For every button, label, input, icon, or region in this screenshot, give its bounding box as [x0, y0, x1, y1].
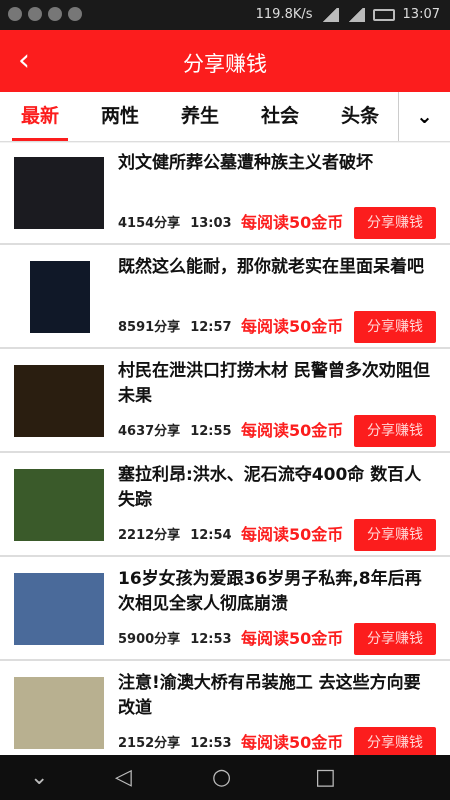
share-earn-button[interactable]: 分享赚钱 [354, 207, 436, 239]
list-item[interactable]: 16岁女孩为爱跟36岁男子私奔,8年后再次相见全家人彻底崩溃 5900分享 12:… [0, 559, 450, 661]
title-bar: ‹ 分享赚钱 [0, 30, 450, 92]
share-earn-button[interactable]: 分享赚钱 [354, 311, 436, 343]
article-meta: 2212分享 12:54 [118, 524, 232, 543]
clock: 13:07 [402, 7, 440, 22]
article-meta: 4637分享 12:55 [118, 420, 232, 439]
article-time: 12:57 [190, 320, 232, 335]
article-time: 12:53 [190, 632, 232, 647]
network-speed: 119.8K/s [255, 7, 313, 22]
article-title: 村民在泄洪口打捞木材 民警曾多次劝阻但未果 [118, 361, 430, 406]
share-count: 8591分享 [118, 320, 181, 335]
notification-icon [8, 7, 22, 21]
share-earn-button[interactable]: 分享赚钱 [354, 519, 436, 551]
system-nav-bar: ⌄ ◁ ○ □ [0, 755, 450, 800]
article-title: 刘文健所葬公墓遭种族主义者破坏 [118, 153, 373, 173]
list-item[interactable]: 刘文健所葬公墓遭种族主义者破坏 4154分享 13:03 每阅读50金币 分享赚钱 [0, 143, 450, 245]
article-time: 12:54 [190, 528, 232, 543]
article-meta: 4154分享 13:03 [118, 212, 232, 231]
list-item[interactable]: 村民在泄洪口打捞木材 民警曾多次劝阻但未果 4637分享 12:55 每阅读50金… [0, 351, 450, 453]
tab-headlines[interactable]: 头条 [320, 92, 400, 140]
share-count: 2212分享 [118, 528, 181, 543]
status-right: 119.8K/s 13:07 [256, 7, 440, 22]
article-time: 13:03 [190, 216, 232, 231]
recents-icon[interactable]: □ [315, 765, 336, 790]
share-earn-button[interactable]: 分享赚钱 [354, 623, 436, 655]
article-meta: 8591分享 12:57 [118, 316, 232, 335]
chevron-down-icon[interactable]: ⌄ [398, 92, 450, 141]
share-count: 2152分享 [118, 736, 181, 751]
tab-relationships[interactable]: 两性 [80, 92, 160, 140]
share-count: 4637分享 [118, 424, 181, 439]
article-thumbnail [14, 573, 104, 645]
message-icon [68, 7, 82, 21]
wifi-icon [320, 7, 339, 22]
notification-icon [28, 7, 42, 21]
tab-society[interactable]: 社会 [240, 92, 320, 140]
reward-label: 每阅读50金币 [241, 317, 344, 336]
share-count: 5900分享 [118, 632, 181, 647]
chevron-down-icon[interactable]: ⌄ [30, 765, 48, 790]
back-triangle-icon[interactable]: ◁ [115, 765, 132, 790]
reward-label: 每阅读50金币 [241, 421, 344, 440]
signal-icon [346, 7, 365, 22]
article-thumbnail [14, 157, 104, 229]
tab-latest[interactable]: 最新 [0, 92, 80, 141]
article-title: 既然这么能耐，那你就老实在里面呆着吧 [118, 257, 424, 277]
article-meta: 2152分享 12:53 [118, 732, 232, 751]
reward-label: 每阅读50金币 [241, 629, 344, 648]
reward-label: 每阅读50金币 [241, 525, 344, 544]
list-item[interactable]: 注意!渝澳大桥有吊装施工 去这些方向要改道 2152分享 12:53 每阅读50金… [0, 663, 450, 755]
article-title: 16岁女孩为爱跟36岁男子私奔,8年后再次相见全家人彻底崩溃 [118, 569, 422, 614]
reward-label: 每阅读50金币 [241, 733, 344, 752]
page-title: 分享赚钱 [183, 52, 267, 76]
article-thumbnail [30, 261, 90, 333]
download-icon [48, 7, 62, 21]
category-tabs: 最新 两性 养生 社会 头条 ⌄ [0, 92, 450, 142]
article-thumbnail [14, 469, 104, 541]
article-time: 12:55 [190, 424, 232, 439]
article-meta: 5900分享 12:53 [118, 628, 232, 647]
list-item[interactable]: 塞拉利昂:洪水、泥石流夺400命 数百人失踪 2212分享 12:54 每阅读50… [0, 455, 450, 557]
article-title: 塞拉利昂:洪水、泥石流夺400命 数百人失踪 [118, 465, 422, 510]
notification-icons [8, 7, 82, 21]
article-thumbnail [14, 365, 104, 437]
article-time: 12:53 [190, 736, 232, 751]
article-thumbnail [14, 677, 104, 749]
share-earn-button[interactable]: 分享赚钱 [354, 727, 436, 755]
tab-health[interactable]: 养生 [160, 92, 240, 140]
list-item[interactable]: 既然这么能耐，那你就老实在里面呆着吧 8591分享 12:57 每阅读50金币 分… [0, 247, 450, 349]
share-earn-button[interactable]: 分享赚钱 [354, 415, 436, 447]
home-icon[interactable]: ○ [212, 765, 231, 790]
article-list[interactable]: 刘文健所葬公墓遭种族主义者破坏 4154分享 13:03 每阅读50金币 分享赚钱… [0, 143, 450, 755]
status-bar: 119.8K/s 13:07 [0, 0, 450, 30]
reward-label: 每阅读50金币 [241, 213, 344, 232]
article-title: 注意!渝澳大桥有吊装施工 去这些方向要改道 [118, 673, 421, 718]
share-count: 4154分享 [118, 216, 181, 231]
battery-icon [372, 8, 395, 21]
